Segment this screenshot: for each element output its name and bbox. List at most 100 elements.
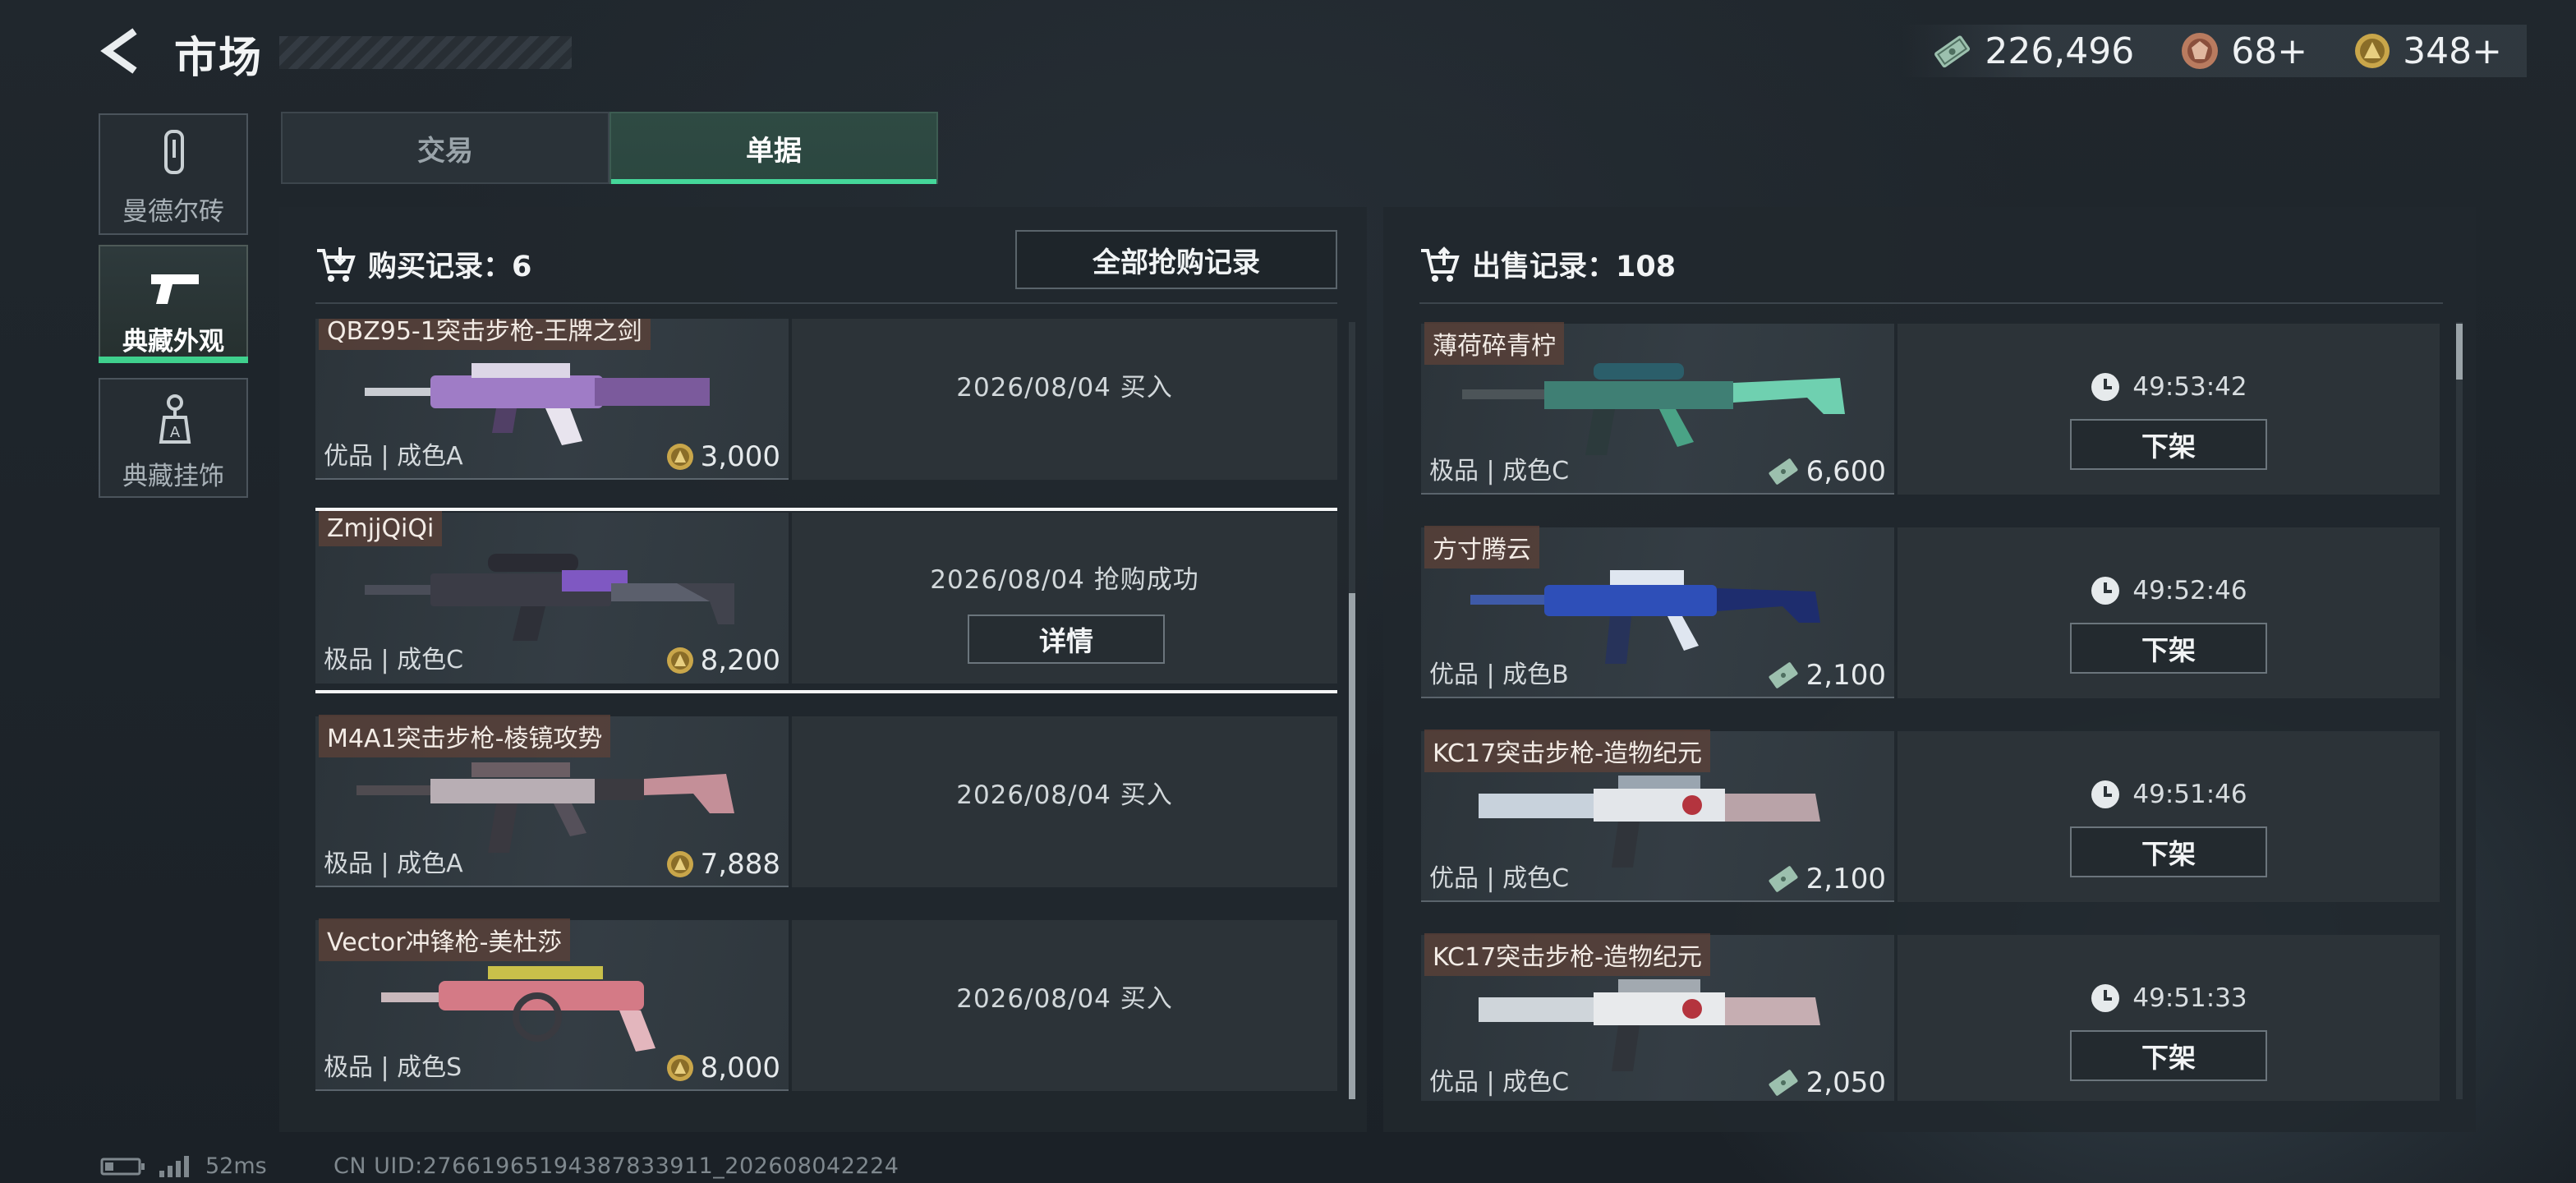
listing-timer: 49:52:46 — [1898, 575, 2440, 606]
sidebar-item-collection-charms[interactable]: A 典藏挂饰 — [99, 378, 248, 498]
sidebar-item-collection-skins[interactable]: 典藏外观 — [99, 245, 248, 363]
charm-icon: A — [159, 394, 191, 444]
cart-upload-icon — [1421, 246, 1460, 282]
price-value: 2,100 — [1806, 863, 1886, 895]
sale-row[interactable]: KC17突击步枪-造物纪元 优品 | 成色C 2,100 49:51:46 下架 — [1421, 730, 2440, 917]
item-name: QBZ95-1突击步枪-王牌之剑 — [319, 319, 651, 350]
listing-timer: 49:53:42 — [1898, 371, 2440, 403]
sidebar-item-label: 典藏挂饰 — [122, 462, 224, 491]
price-value: 6,600 — [1806, 455, 1886, 488]
item-price: 7,888 — [666, 848, 780, 881]
page-title: 市场 — [174, 34, 264, 83]
sale-row[interactable]: 方寸腾云 优品 | 成色B 2,100 49:52:46 下架 — [1421, 526, 2440, 713]
item-price: 3,000 — [666, 440, 780, 473]
item-thumbnail: QBZ95-1突击步枪-王牌之剑 优品 | 成色A 3,000 — [315, 319, 789, 480]
sales-scrollbar-thumb[interactable] — [2456, 324, 2463, 380]
details-button[interactable]: 详情 — [968, 615, 1165, 664]
tab-orders[interactable]: 单据 — [610, 112, 938, 184]
sales-list[interactable]: 薄荷碎青柠 极品 | 成色C 6,600 49:53:42 下架 方寸腾云 优品… — [1421, 319, 2440, 1101]
item-grade: 优品 | 成色C — [1429, 864, 1570, 893]
item-price: 2,100 — [1767, 863, 1886, 895]
button-label: 下架 — [2141, 838, 2196, 870]
item-thumbnail: KC17突击步枪-造物纪元 优品 | 成色C 2,050 — [1421, 933, 1894, 1101]
thumb-underline — [1421, 697, 1894, 698]
thumb-underline — [315, 886, 789, 887]
price-value: 2,100 — [1806, 659, 1886, 692]
tab-label: 单据 — [746, 134, 802, 168]
item-grade: 优品 | 成色B — [1429, 661, 1569, 689]
svg-text:A: A — [170, 424, 181, 441]
item-thumbnail: 薄荷碎青柠 极品 | 成色C 6,600 — [1421, 322, 1894, 495]
back-arrow-icon[interactable] — [97, 25, 146, 77]
listing-info: 49:51:46 下架 — [1898, 731, 2440, 902]
button-label: 下架 — [2141, 634, 2196, 666]
clock-icon — [2091, 577, 2120, 605]
item-price: 2,050 — [1767, 1066, 1886, 1099]
timer-value: 49:52:46 — [2132, 576, 2247, 605]
clock-icon — [2091, 373, 2120, 401]
cart-download-icon — [317, 246, 356, 282]
mandel-brick-icon — [164, 130, 184, 174]
purchase-row[interactable]: Vector冲锋枪-美杜莎 极品 | 成色S 8,000 2026/08/04 … — [315, 918, 1337, 1101]
clock-icon — [2091, 780, 2120, 808]
gold-coin-icon — [666, 1055, 693, 1081]
price-value: 3,000 — [700, 440, 780, 473]
sales-records-title: 出售记录：108 — [1472, 251, 1677, 283]
purchase-status: 2026/08/04 买入 — [956, 780, 1173, 810]
purchase-row[interactable]: M4A1突击步枪-棱镜攻势 极品 | 成色A 7,888 2026/08/04 … — [315, 715, 1337, 902]
delist-button[interactable]: 下架 — [2070, 419, 2267, 470]
divider — [315, 302, 1337, 304]
button-label: 详情 — [1039, 625, 1093, 657]
item-grade: 极品 | 成色S — [324, 1053, 462, 1082]
sales-scrollbar[interactable] — [2456, 322, 2463, 1099]
item-price: 2,100 — [1767, 659, 1886, 692]
status-bar: 52ms — [100, 1153, 267, 1179]
cash-icon — [1769, 1070, 1798, 1096]
sidebar-item-label: 曼德尔砖 — [122, 197, 224, 227]
sales-records-panel: 出售记录：108 薄荷碎青柠 极品 | 成色C 6,600 49:53:42 下… — [1383, 207, 2476, 1132]
item-thumbnail: Vector冲锋枪-美杜莎 极品 | 成色S 8,000 — [315, 918, 789, 1091]
ping-value: 52ms — [205, 1153, 267, 1179]
all-snapup-records-button[interactable]: 全部抢购记录 — [1015, 230, 1337, 289]
thumb-underline — [1421, 493, 1894, 495]
button-label: 下架 — [2141, 1042, 2196, 1074]
item-name: 方寸腾云 — [1424, 526, 1539, 568]
record-info: 2026/08/04 买入 — [792, 716, 1337, 887]
active-tab-underline — [611, 179, 936, 184]
item-thumbnail: 方寸腾云 优品 | 成色B 2,100 — [1421, 526, 1894, 698]
purchase-row-selected[interactable]: ZmjjQiQi 极品 | 成色C 8,200 2026/08/04 抢购成功 … — [315, 508, 1337, 698]
price-value: 8,200 — [700, 644, 780, 677]
sale-row[interactable]: 薄荷碎青柠 极品 | 成色C 6,600 49:53:42 下架 — [1421, 322, 2440, 509]
item-thumbnail: M4A1突击步枪-棱镜攻势 极品 | 成色A 7,888 — [315, 715, 789, 887]
item-name: KC17突击步枪-造物纪元 — [1424, 730, 1710, 772]
item-thumbnail: KC17突击步枪-造物纪元 优品 | 成色C 2,100 — [1421, 730, 1894, 902]
button-label: 下架 — [2141, 430, 2196, 463]
price-value: 7,888 — [700, 848, 780, 881]
item-name: 薄荷碎青柠 — [1424, 322, 1564, 365]
delist-button[interactable]: 下架 — [2070, 1030, 2267, 1081]
sidebar-item-mandel-brick[interactable]: 曼德尔砖 — [99, 113, 248, 235]
purchase-status: 2026/08/04 抢购成功 — [930, 565, 1199, 595]
item-thumbnail: ZmjjQiQi 极品 | 成色C 8,200 — [315, 511, 789, 684]
gold-coin-icon — [2355, 34, 2390, 68]
listing-timer: 49:51:33 — [1898, 983, 2440, 1014]
delist-button[interactable]: 下架 — [2070, 623, 2267, 674]
purchase-row[interactable]: QBZ95-1突击步枪-王牌之剑 优品 | 成色A 3,000 2026/08/… — [315, 319, 1337, 495]
timer-value: 49:51:46 — [2132, 780, 2247, 809]
gold-coin-icon — [666, 851, 693, 877]
gold-coin-icon — [666, 647, 693, 674]
purchase-scrollbar-thumb[interactable] — [1349, 593, 1355, 1099]
thumb-underline — [315, 478, 789, 480]
purchase-records-title: 购买记录：6 — [368, 251, 532, 283]
tab-trade[interactable]: 交易 — [281, 112, 610, 184]
purchase-list[interactable]: QBZ95-1突击步枪-王牌之剑 优品 | 成色A 3,000 2026/08/… — [315, 319, 1337, 1101]
item-grade: 极品 | 成色C — [1429, 457, 1570, 486]
sale-row[interactable]: KC17突击步枪-造物纪元 优品 | 成色C 2,050 49:51:33 下架 — [1421, 933, 2440, 1101]
timer-value: 49:51:33 — [2132, 983, 2247, 1013]
title-decoration — [279, 36, 572, 69]
cash-icon — [1769, 458, 1798, 485]
delist-button[interactable]: 下架 — [2070, 826, 2267, 877]
item-price: 6,600 — [1767, 455, 1886, 488]
sidebar-item-label: 典藏外观 — [122, 327, 224, 357]
signal-icon — [159, 1155, 189, 1177]
